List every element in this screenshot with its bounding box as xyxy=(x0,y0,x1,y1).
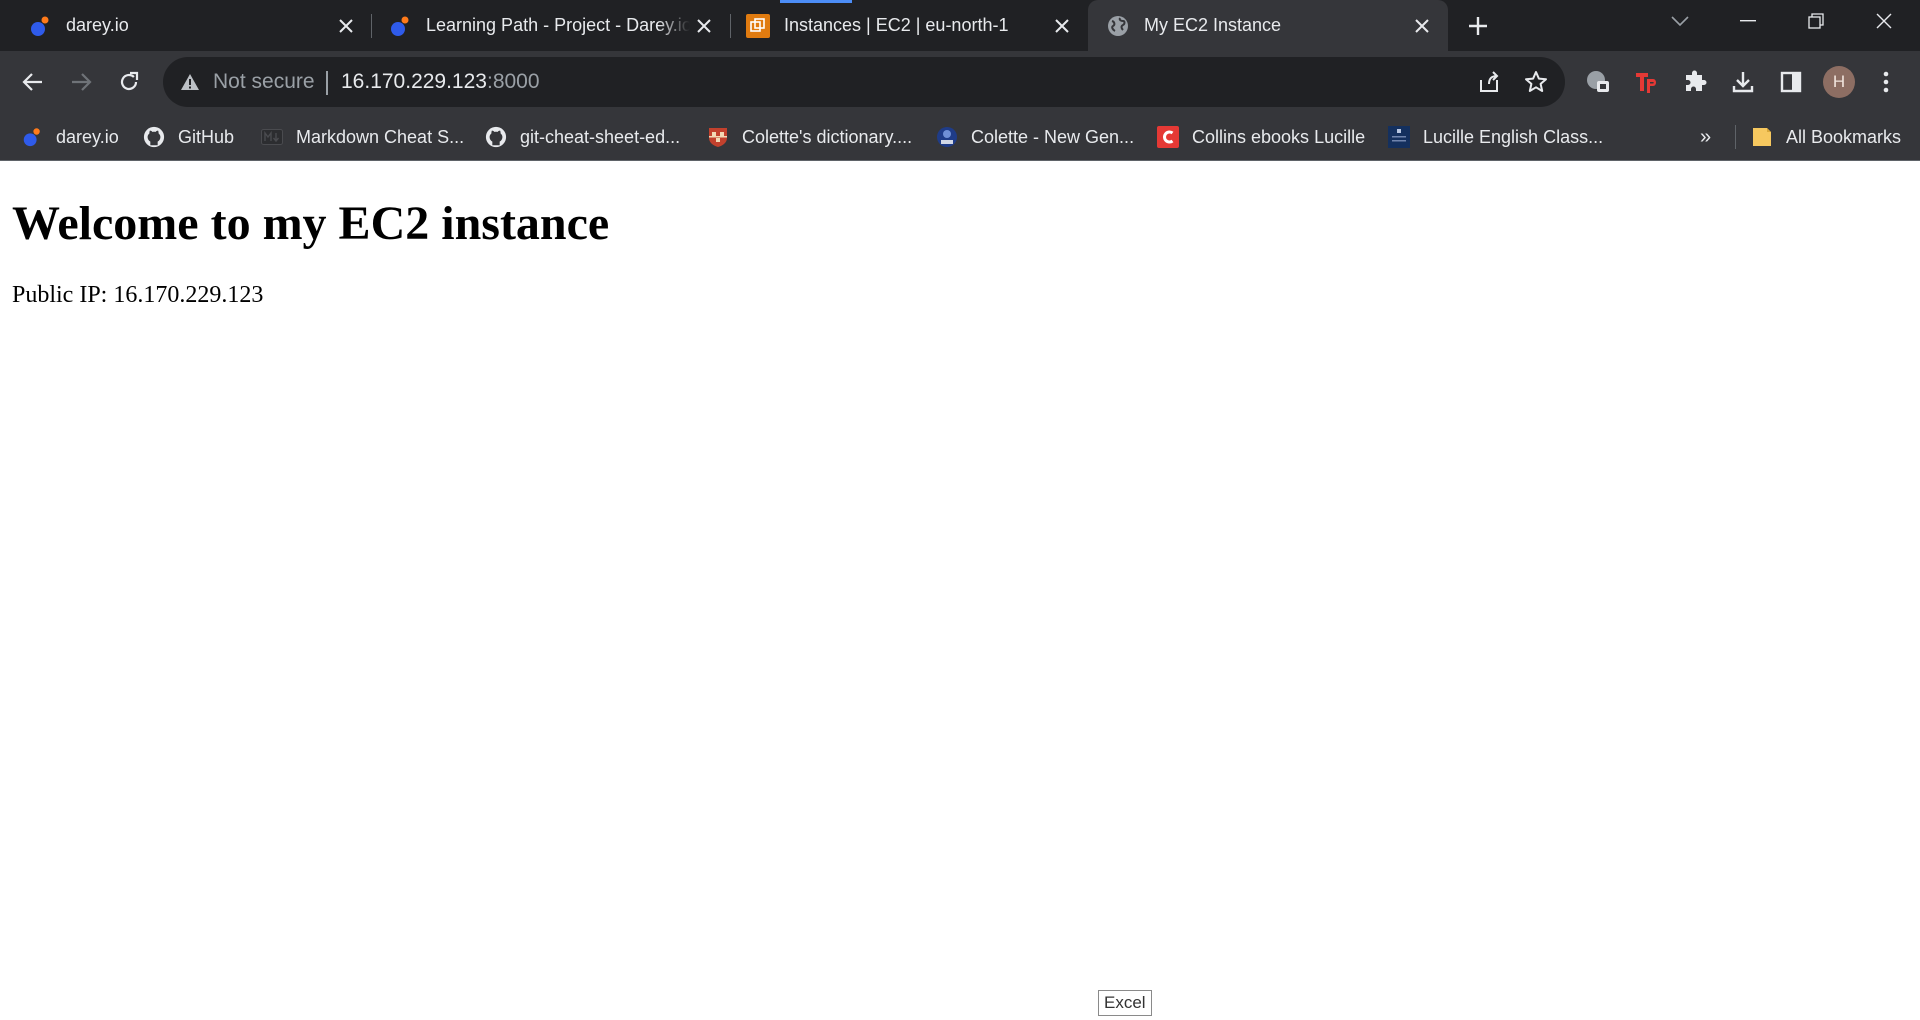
page-content: Welcome to my EC2 instance Public IP: 16… xyxy=(0,162,1920,1020)
tab-darey[interactable]: darey.io xyxy=(0,0,372,51)
tab-strip: darey.io Learning Path - Project - Darey… xyxy=(0,0,1920,51)
tab-learning-path[interactable]: Learning Path - Project - Darey.io xyxy=(372,0,730,51)
darey-icon xyxy=(28,14,52,38)
bookmarks-divider xyxy=(1735,125,1736,149)
globe-icon xyxy=(1106,14,1130,38)
security-status[interactable]: Not secure xyxy=(213,57,315,107)
bookmark-label: Markdown Cheat S... xyxy=(296,126,465,147)
forward-button[interactable] xyxy=(63,64,99,100)
tab-search-button[interactable] xyxy=(1646,0,1714,42)
bookmark-label: Collins ebooks Lucille xyxy=(1192,126,1366,147)
download-icon[interactable] xyxy=(1725,64,1761,100)
minimize-button[interactable] xyxy=(1714,0,1782,42)
bookmark-github[interactable]: GitHub xyxy=(143,113,234,161)
bookmark-label: git-cheat-sheet-ed... xyxy=(520,126,681,147)
darey-icon xyxy=(21,126,43,148)
url-host: 16.170.229.123 xyxy=(341,70,487,93)
tab-title: Instances | EC2 | eu-north-1 xyxy=(784,15,1009,35)
bookmark-colette-new-gen[interactable]: Colette - New Gen... xyxy=(936,113,1134,161)
warning-icon[interactable] xyxy=(178,70,202,94)
tab-my-ec2-instance[interactable]: My EC2 Instance xyxy=(1088,0,1448,51)
close-tab-icon[interactable] xyxy=(1048,12,1076,40)
tab-title: My EC2 Instance xyxy=(1144,15,1282,35)
bookmark-label: darey.io xyxy=(56,126,119,147)
extension-sync-icon[interactable] xyxy=(1580,64,1616,100)
bookmark-star-icon[interactable] xyxy=(1522,68,1550,96)
bookmark-markdown-cheat-sheet[interactable]: Markdown Cheat S... xyxy=(261,113,464,161)
class-icon xyxy=(1388,126,1410,148)
page-heading: Welcome to my EC2 instance xyxy=(12,197,610,250)
url-text[interactable]: 16.170.229.123:8000 xyxy=(341,57,540,107)
reload-button[interactable] xyxy=(111,64,147,100)
extensions-puzzle-icon[interactable] xyxy=(1677,64,1713,100)
browser-menu-icon[interactable] xyxy=(1868,64,1904,100)
markdown-icon xyxy=(261,126,283,148)
public-ip-text: Public IP: 16.170.229.123 xyxy=(12,282,264,308)
url-port: :8000 xyxy=(486,70,540,93)
tab-title: Learning Path - Project - Darey.io xyxy=(426,15,690,35)
aws-ec2-icon xyxy=(746,13,770,38)
bookmarks-bar: darey.io GitHub Markdown Cheat S... git-… xyxy=(0,113,1920,161)
collins-icon xyxy=(1157,126,1179,148)
new-tab-button[interactable] xyxy=(1460,8,1496,44)
browser-toolbar: Not secure 16.170.229.123:8000 H xyxy=(0,51,1920,113)
tab-ec2-instances[interactable]: Instances | EC2 | eu-north-1 xyxy=(730,0,1088,51)
close-window-button[interactable] xyxy=(1850,0,1918,42)
close-tab-icon[interactable] xyxy=(1408,12,1436,40)
bookmark-collins-ebooks[interactable]: Collins ebooks Lucille xyxy=(1157,113,1365,161)
bookmark-git-cheat-sheet[interactable]: git-cheat-sheet-ed... xyxy=(485,113,680,161)
browser-window: darey.io Learning Path - Project - Darey… xyxy=(0,0,1920,1020)
back-button[interactable] xyxy=(15,64,51,100)
profile-avatar[interactable]: H xyxy=(1823,66,1855,98)
badge-icon xyxy=(936,126,958,148)
share-icon[interactable] xyxy=(1475,68,1503,96)
tp-extension-icon[interactable] xyxy=(1629,64,1665,100)
github-icon xyxy=(485,126,507,148)
bookmark-label: Colette's dictionary.... xyxy=(742,126,913,147)
bookmark-label: Lucille English Class... xyxy=(1423,126,1604,147)
side-panel-icon[interactable] xyxy=(1773,64,1809,100)
bookmark-label: Colette - New Gen... xyxy=(971,126,1135,147)
tab-title: darey.io xyxy=(66,15,129,35)
bookmark-label: GitHub xyxy=(178,126,235,147)
bookmark-darey[interactable]: darey.io xyxy=(21,113,119,161)
close-tab-icon[interactable] xyxy=(332,12,360,40)
all-bookmarks-folder[interactable]: All Bookmarks xyxy=(1751,113,1901,161)
bookmark-label: All Bookmarks xyxy=(1786,126,1902,147)
restore-button[interactable] xyxy=(1782,0,1850,42)
github-icon xyxy=(143,126,165,148)
cambridge-icon xyxy=(707,126,729,148)
bookmark-colettes-dictionary[interactable]: Colette's dictionary.... xyxy=(707,113,912,161)
close-tab-icon[interactable] xyxy=(690,12,718,40)
excel-label: Excel xyxy=(1098,990,1152,1016)
more-bookmarks-button[interactable]: » xyxy=(1700,113,1711,161)
omnibox-divider xyxy=(326,71,328,95)
address-bar[interactable]: Not secure 16.170.229.123:8000 xyxy=(163,57,1565,107)
darey-icon xyxy=(388,14,412,38)
bookmark-lucille-english-class[interactable]: Lucille English Class... xyxy=(1388,113,1603,161)
folder-icon xyxy=(1751,126,1773,148)
